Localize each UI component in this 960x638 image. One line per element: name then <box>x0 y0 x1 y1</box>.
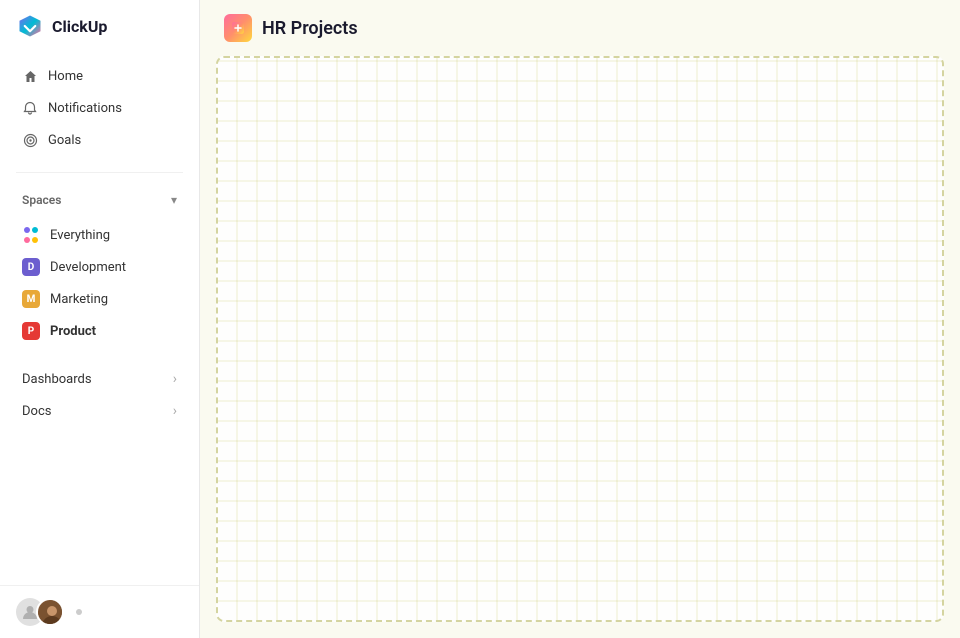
sidebar: ClickUp Home Notifications <box>0 0 200 638</box>
sidebar-marketing-label: Marketing <box>50 292 108 307</box>
sidebar-item-home[interactable]: Home <box>6 61 193 91</box>
user-avatar <box>36 598 64 626</box>
sidebar-item-docs[interactable]: Docs › <box>6 396 193 426</box>
sidebar-docs-label: Docs <box>22 404 51 419</box>
sidebar-everything-label: Everything <box>50 228 110 243</box>
sidebar-goals-label: Goals <box>48 133 81 148</box>
sidebar-home-label: Home <box>48 69 83 84</box>
nav-divider <box>16 172 183 173</box>
sidebar-item-goals[interactable]: Goals <box>6 125 193 155</box>
development-avatar: D <box>22 258 40 276</box>
logo[interactable]: ClickUp <box>0 0 199 52</box>
home-icon <box>22 68 38 84</box>
dashboards-chevron-icon: › <box>173 371 177 387</box>
sidebar-dashboards-label: Dashboards <box>22 372 92 387</box>
sidebar-notifications-label: Notifications <box>48 101 122 116</box>
spaces-chevron-icon[interactable]: ▾ <box>171 193 177 207</box>
main-content: HR Projects <box>200 0 960 638</box>
sidebar-item-marketing[interactable]: M Marketing <box>6 284 193 314</box>
user-status-dot <box>76 609 82 615</box>
sidebar-item-everything[interactable]: Everything <box>6 220 193 250</box>
docs-chevron-icon: › <box>173 403 177 419</box>
hr-projects-icon <box>224 14 252 42</box>
marketing-avatar: M <box>22 290 40 308</box>
sidebar-item-product[interactable]: P Product <box>6 316 193 346</box>
sidebar-nav: Home Notifications Goals <box>0 52 199 164</box>
sidebar-item-notifications[interactable]: Notifications <box>6 93 193 123</box>
main-header: HR Projects <box>200 0 960 56</box>
spaces-header: Spaces ▾ <box>6 185 193 215</box>
spaces-label: Spaces <box>22 193 61 207</box>
everything-dots-icon <box>22 226 40 244</box>
page-title: HR Projects <box>262 18 358 39</box>
dotted-content-area <box>216 56 944 622</box>
logo-text: ClickUp <box>52 17 107 36</box>
bell-icon <box>22 100 38 116</box>
product-avatar: P <box>22 322 40 340</box>
clickup-logo-icon <box>16 12 44 40</box>
avatar-group <box>16 598 64 626</box>
sidebar-bottom[interactable] <box>0 585 199 638</box>
sidebar-development-label: Development <box>50 260 126 275</box>
sidebar-item-dashboards[interactable]: Dashboards › <box>6 364 193 394</box>
goals-icon <box>22 132 38 148</box>
sidebar-item-development[interactable]: D Development <box>6 252 193 282</box>
sidebar-product-label: Product <box>50 324 96 339</box>
